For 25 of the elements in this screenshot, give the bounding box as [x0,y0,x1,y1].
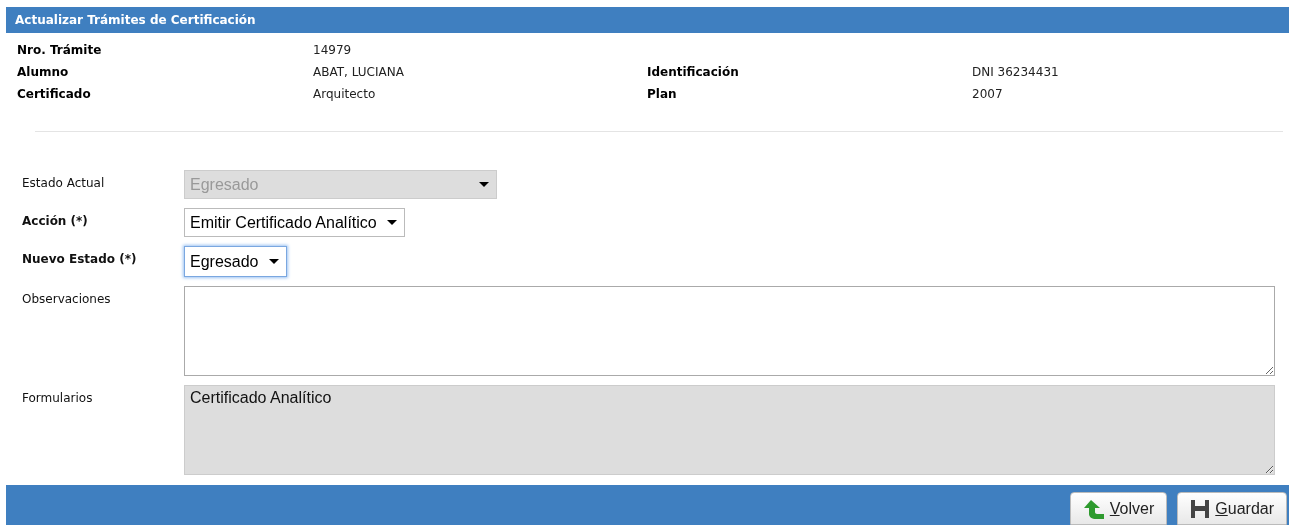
field-label: Acción (*) [22,213,89,228]
field-label: Formularios [22,390,94,405]
field-value: ABAT, LUCIANA [313,65,405,79]
field-value: DNI 36234431 [972,65,1060,79]
field-label: Estado Actual [22,175,106,190]
field-value: Arquitecto [313,87,377,101]
field-value: 2007 [972,87,1004,101]
arrow-icon [1082,498,1105,519]
field-label: Observaciones [22,291,112,306]
caret-icon [479,182,489,187]
field-label: Nro. Trámite [17,43,103,57]
back-button[interactable]: Volver [1069,492,1168,525]
field-label: Alumno [17,65,70,79]
dropdown[interactable]: Egresado [184,246,287,277]
dropdown[interactable]: Emitir Certificado Analítico [184,208,405,237]
field-label: Certificado [17,87,92,101]
caret-icon [268,259,279,264]
observations-field[interactable] [184,286,1275,376]
field-label: Plan [647,87,678,101]
save-button[interactable]: Guardar [1177,492,1287,525]
field-value: 14979 [313,43,353,57]
field-label: Identificación [647,65,740,79]
field-label: Nuevo Estado (*) [22,251,138,266]
window-title: Actualizar Trámites de Certificación [6,7,1289,33]
caret-icon [386,220,397,225]
